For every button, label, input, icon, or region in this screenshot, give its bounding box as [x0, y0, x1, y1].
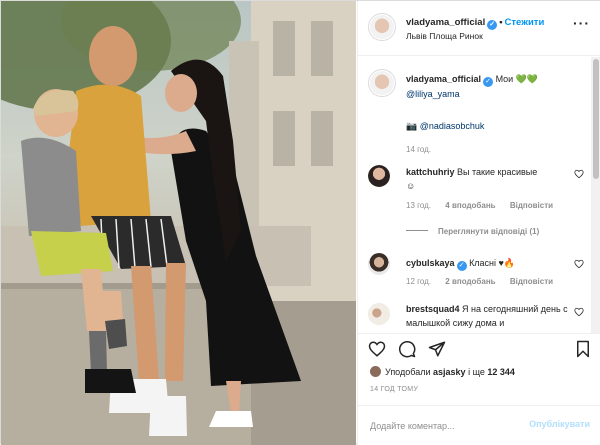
publish-comment-button[interactable]: Опублікувати	[529, 419, 590, 429]
comment-like-heart-icon[interactable]	[574, 169, 584, 179]
commenter-avatar-image	[368, 253, 390, 275]
comment-body: Вы такие красивые	[457, 167, 538, 177]
caption-mention[interactable]: @liliya_yama	[406, 89, 460, 99]
scrollbar-thumb[interactable]	[593, 59, 599, 179]
comment-username[interactable]: brestsquad4	[406, 304, 460, 314]
instagram-post-modal: vladyama_official ✓ • Стежити Львів Площа Р…	[0, 0, 600, 445]
commenter-avatar[interactable]	[368, 303, 390, 325]
post-side-panel: vladyama_official ✓ • Стежити Львів Площа Р…	[357, 1, 600, 445]
liked-by-mid: і ще	[468, 367, 485, 377]
save-bookmark-icon[interactable]	[574, 340, 592, 358]
caption-text: vladyama_official ✓ Мои 💚💚 @liliya_yama	[406, 72, 578, 101]
comment-username[interactable]: cybulskaya	[406, 258, 455, 268]
replies-divider-line	[406, 230, 428, 231]
camera-icon: 📷	[406, 121, 418, 131]
commenter-avatar[interactable]	[368, 165, 390, 187]
comment-meta: 13 год. 4 вподобань Відповісти	[406, 201, 565, 210]
post-photo[interactable]	[1, 1, 356, 445]
comment-text: kattchuhriy Вы такие красивые ☺	[406, 165, 578, 193]
view-replies-label: Переглянути відповіді (1)	[438, 227, 540, 236]
caption-row: vladyama_official ✓ Мои 💚💚 @liliya_yama 📷…	[358, 67, 600, 157]
liked-by-line: Уподобали asjasky і ще 12 344	[370, 366, 515, 377]
caption-words: Мои	[495, 74, 514, 84]
commenter-avatar-image	[368, 303, 390, 325]
more-options-icon[interactable]: ···	[573, 15, 590, 31]
liked-by-user[interactable]: asjasky	[433, 367, 466, 377]
verified-badge-icon: ✓	[487, 20, 498, 30]
comment-body: Класні ♥🔥	[469, 258, 516, 268]
commenter-avatar[interactable]	[368, 253, 390, 275]
verified-badge-icon: ✓	[456, 261, 467, 271]
share-paper-plane-icon[interactable]	[428, 340, 446, 358]
likes-count[interactable]: 12 344	[487, 367, 515, 377]
comment-row: cybulskaya ✓ Класні ♥🔥 12 год. 2 вподобан…	[358, 249, 600, 299]
comment-row: kattchuhriy Вы такие красивые ☺ 13 год. …	[358, 161, 600, 251]
post-time-ago[interactable]: 14 ГОД ТОМУ	[370, 386, 418, 393]
separator-dot: •	[499, 17, 503, 28]
like-heart-icon[interactable]	[368, 340, 386, 358]
view-replies-button[interactable]: Переглянути відповіді (1)	[406, 227, 539, 236]
comment-likes-count[interactable]: 4 вподобань	[445, 201, 495, 210]
author-line: vladyama_official ✓ • Стежити	[406, 17, 544, 30]
comment-reply-button[interactable]: Відповісти	[510, 277, 553, 286]
comment-username[interactable]: kattchuhriy	[406, 167, 455, 177]
comment-time[interactable]: 13 год.	[406, 201, 431, 210]
caption-time: 14 год.	[406, 145, 443, 154]
photo-credit-mention[interactable]: @nadiasobchuk	[420, 121, 485, 131]
post-location[interactable]: Львів Площа Ринок	[406, 31, 483, 41]
family-photo-illustration	[1, 1, 356, 445]
comment-meta: 12 год. 2 вподобань Відповісти	[406, 277, 565, 286]
caption-avatar-image	[370, 71, 394, 95]
caption-author-avatar[interactable]	[368, 69, 396, 97]
comments-scrollbar[interactable]	[591, 57, 600, 333]
add-comment-input[interactable]	[370, 418, 520, 434]
verified-badge-icon: ✓	[483, 77, 494, 87]
comment-row: brestsquad4 Я на сегодняшний день с малы…	[358, 299, 600, 333]
post-actions: Уподобали asjasky і ще 12 344 14 ГОД ТОМ…	[358, 333, 600, 413]
comment-like-heart-icon[interactable]	[574, 307, 584, 317]
caption-photo-credit-line: 📷 @nadiasobchuk	[406, 119, 578, 133]
comment-text: brestsquad4 Я на сегодняшний день с малы…	[406, 302, 578, 330]
caption-emoji: 💚💚	[515, 74, 539, 84]
comment-text: cybulskaya ✓ Класні ♥🔥	[406, 256, 578, 271]
comment-emoji: ☺	[406, 181, 416, 191]
commenter-avatar-image	[368, 165, 390, 187]
comments-list: vladyama_official ✓ Мои 💚💚 @liliya_yama 📷…	[358, 57, 600, 333]
author-avatar-image	[370, 15, 394, 39]
comment-like-heart-icon[interactable]	[574, 259, 584, 269]
comment-time[interactable]: 12 год.	[406, 277, 431, 286]
comment-likes-count[interactable]: 2 вподобань	[445, 277, 495, 286]
author-username[interactable]: vladyama_official	[406, 17, 485, 28]
comment-bubble-icon[interactable]	[398, 340, 416, 358]
author-avatar[interactable]	[368, 13, 396, 41]
follow-button[interactable]: Стежити	[505, 17, 545, 28]
liker-avatar[interactable]	[370, 366, 381, 377]
caption-time-text[interactable]: 14 год.	[406, 145, 431, 154]
comment-reply-button[interactable]: Відповісти	[510, 201, 553, 210]
post-header: vladyama_official ✓ • Стежити Львів Площа Р…	[358, 1, 600, 56]
add-comment-bar: Опублікувати	[358, 405, 600, 445]
caption-username[interactable]: vladyama_official	[406, 74, 481, 84]
liked-by-prefix: Уподобали	[385, 367, 431, 377]
